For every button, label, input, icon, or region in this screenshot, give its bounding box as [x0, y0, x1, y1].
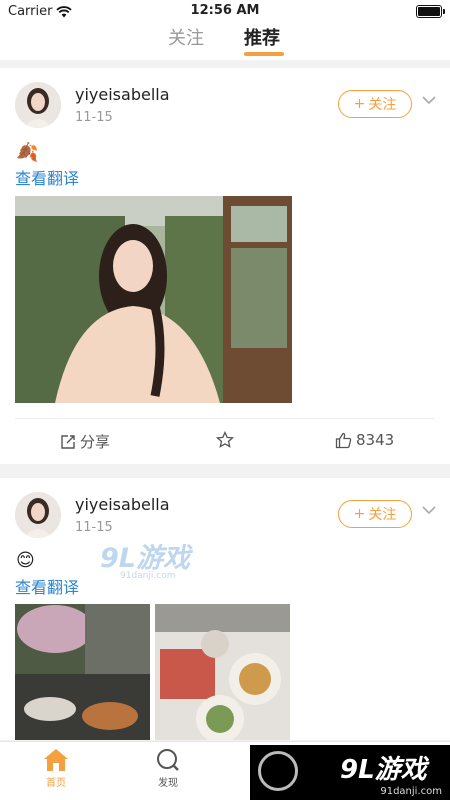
post-emoji: 😊 [16, 550, 35, 571]
tab-discover[interactable]: 发现 [138, 748, 198, 789]
avatar[interactable] [15, 492, 61, 538]
post-photo[interactable] [15, 196, 292, 403]
search-icon [157, 749, 179, 771]
status-time: 12:56 AM [190, 3, 260, 18]
watermark-domain: 91danji.com [380, 786, 442, 797]
battery-icon [416, 5, 445, 18]
plus-icon: + [353, 96, 366, 112]
home-icon [44, 749, 68, 771]
watermark-main: 9L游戏 [340, 755, 427, 785]
watermark-main: 9L游戏 [100, 543, 190, 574]
follow-button[interactable]: + 关注 [338, 90, 412, 118]
like-count: 8343 [356, 431, 395, 449]
post-photo[interactable] [155, 604, 290, 740]
share-label: 分享 [80, 433, 111, 451]
tab-home[interactable]: 首页 [26, 748, 86, 789]
divider [15, 418, 435, 419]
tab-recommend[interactable]: 推荐 [244, 24, 280, 50]
post-card: yiyeisabella 11-15 + 关注 🍂 查看翻译 分享 8343 [0, 68, 450, 464]
post-date: 11-15 [75, 110, 113, 125]
post-date: 11-15 [75, 520, 113, 535]
follow-button[interactable]: + 关注 [338, 500, 412, 528]
tab-follow[interactable]: 关注 [168, 24, 204, 50]
post-card: yiyeisabella 11-15 + 关注 😊 查看翻译 [0, 478, 450, 740]
share-icon [61, 434, 75, 449]
post-actions: 分享 8343 [0, 423, 450, 463]
feed[interactable]: yiyeisabella 11-15 + 关注 🍂 查看翻译 分享 8343 y… [0, 68, 450, 740]
watermark-logo-icon [258, 751, 298, 791]
username[interactable]: yiyeisabella [75, 495, 170, 514]
tab-discover-label: 发现 [158, 778, 178, 789]
avatar[interactable] [15, 82, 61, 128]
active-tab-indicator [244, 52, 284, 56]
status-bar: Carrier 12:56 AM [0, 0, 450, 22]
post-photo[interactable] [15, 604, 150, 740]
corner-watermark: 9L游戏 91danji.com [250, 745, 450, 800]
watermark-logo: 9L游戏 91danji.com [100, 536, 190, 581]
star-icon [216, 431, 234, 448]
share-button[interactable]: 分享 [60, 431, 110, 452]
follow-label: 关注 [368, 507, 397, 523]
username[interactable]: yiyeisabella [75, 85, 170, 104]
translate-link[interactable]: 查看翻译 [15, 165, 79, 189]
chevron-down-icon[interactable] [422, 506, 436, 515]
like-button[interactable]: 8343 [335, 431, 394, 449]
follow-label: 关注 [368, 97, 397, 113]
post-emoji: 🍂 [16, 142, 39, 163]
thumbs-up-icon [335, 432, 352, 448]
translate-link[interactable]: 查看翻译 [15, 574, 79, 598]
favorite-button[interactable] [216, 431, 234, 449]
chevron-down-icon[interactable] [422, 96, 436, 105]
plus-icon: + [353, 506, 366, 522]
tab-home-label: 首页 [46, 778, 66, 789]
top-tabs: 关注 推荐 [0, 22, 450, 60]
